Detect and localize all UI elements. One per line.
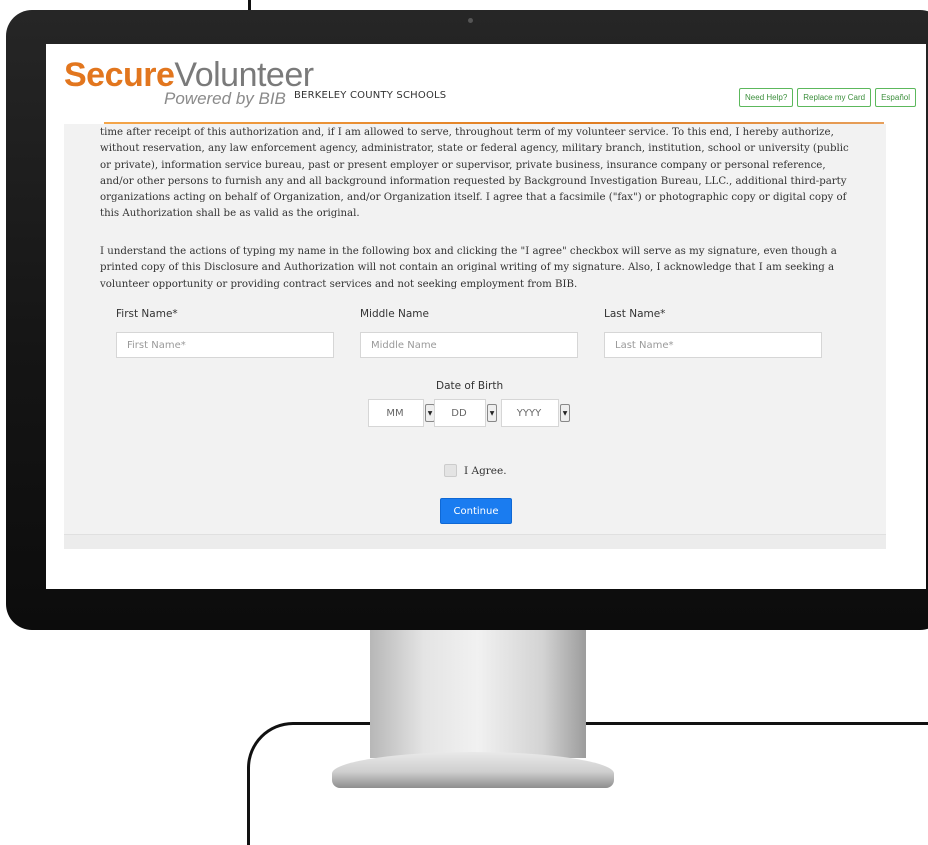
dob-day-select[interactable]: DD ▼ bbox=[434, 399, 497, 427]
logo-tagline: Powered by BIB bbox=[164, 89, 286, 108]
first-name-input[interactable] bbox=[116, 332, 334, 358]
agree-label: I Agree. bbox=[464, 464, 507, 477]
monitor-stand-neck bbox=[370, 630, 586, 758]
espanol-button[interactable]: Español bbox=[875, 88, 916, 107]
middle-name-label: Middle Name bbox=[360, 308, 429, 320]
authorization-paragraph: time after receipt of this authorization… bbox=[100, 127, 849, 220]
replace-card-button[interactable]: Replace my Card bbox=[797, 88, 872, 107]
last-name-input[interactable] bbox=[604, 332, 822, 358]
dob-month-value: MM bbox=[386, 407, 404, 419]
monitor-stand-base bbox=[332, 752, 614, 788]
dob-month-select[interactable]: MM ▼ bbox=[368, 399, 435, 427]
last-name-label: Last Name* bbox=[604, 308, 666, 320]
first-name-label: First Name* bbox=[116, 308, 178, 320]
logo-secure-text: Secure bbox=[64, 56, 175, 94]
signature-paragraph: I understand the actions of typing my na… bbox=[100, 246, 837, 290]
agree-checkbox[interactable] bbox=[444, 464, 457, 477]
securevolunteer-logo: SecureVolunteer Powered by BIB bbox=[64, 56, 314, 107]
page-footer-strip bbox=[64, 534, 886, 549]
camera-icon bbox=[468, 18, 473, 23]
need-help-button[interactable]: Need Help? bbox=[739, 88, 794, 107]
monitor-screen: SecureVolunteer Powered by BIB BERKELEY … bbox=[46, 44, 926, 589]
date-of-birth-label: Date of Birth bbox=[436, 380, 504, 392]
continue-button[interactable]: Continue bbox=[440, 498, 512, 524]
chevron-down-icon: ▼ bbox=[487, 404, 497, 422]
dob-day-value: DD bbox=[451, 407, 467, 419]
agree-checkbox-row[interactable]: I Agree. bbox=[444, 464, 507, 477]
dob-year-select[interactable]: YYYY ▼ bbox=[501, 399, 570, 427]
header-button-group: Need Help? Replace my Card Español bbox=[739, 88, 916, 107]
middle-name-input[interactable] bbox=[360, 332, 578, 358]
app-header: SecureVolunteer Powered by BIB BERKELEY … bbox=[46, 44, 926, 122]
dob-year-value: YYYY bbox=[516, 407, 542, 419]
organization-name: BERKELEY COUNTY SCHOOLS bbox=[294, 90, 447, 101]
chevron-down-icon: ▼ bbox=[560, 404, 570, 422]
monitor-frame: SecureVolunteer Powered by BIB BERKELEY … bbox=[6, 10, 928, 630]
